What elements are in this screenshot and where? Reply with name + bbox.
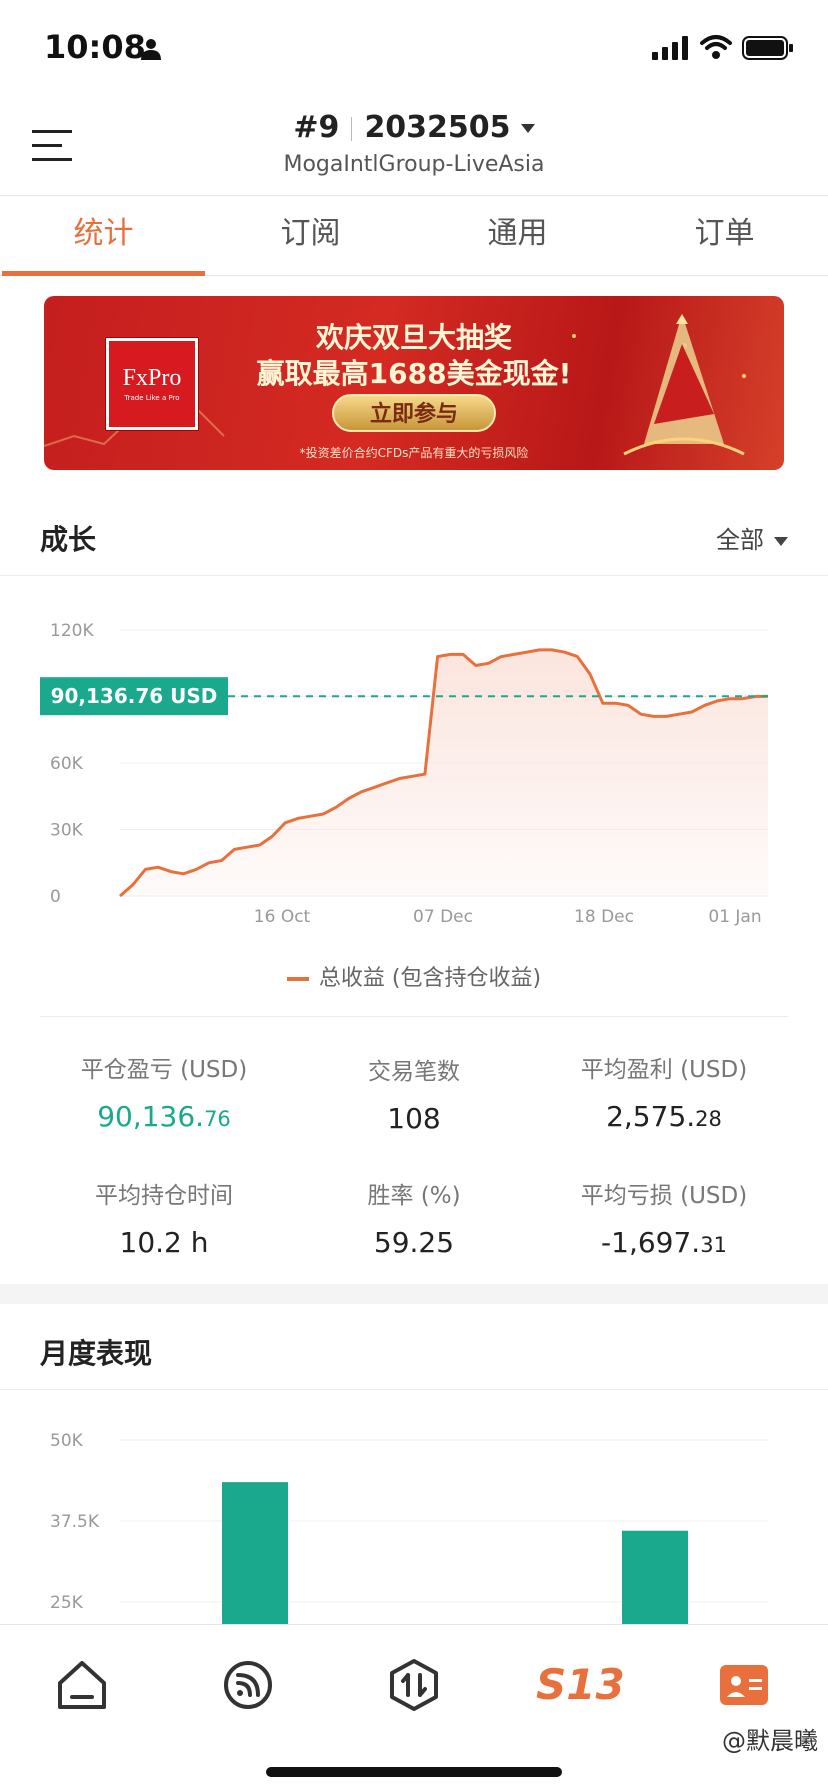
s13-icon[interactable]: S13 [536, 1655, 626, 1715]
status-bar: 10:08 [0, 0, 828, 100]
tab-orders[interactable]: 订单 [621, 196, 828, 275]
period-filter[interactable]: 全部 [716, 520, 788, 555]
monthly-title: 月度表现 [40, 1337, 153, 1370]
monthly-bar [222, 1482, 288, 1626]
y-tick-label: 37.5K [50, 1512, 100, 1532]
stat-value: 90,136.76 [97, 1100, 231, 1133]
tab-bar: 统计 订阅 通用 订单 [0, 196, 828, 276]
x-tick-label: 18 Dec [574, 907, 634, 927]
status-time: 10:08 [44, 28, 146, 66]
server-name: MogaIntlGroup-LiveAsia [283, 152, 545, 177]
stat-label: 平均盈利 (USD) [580, 1057, 748, 1083]
growth-chart: 0 30K 60K 120K 90,136.76 USD 16 Oct 07 Dec 18 D… [40, 621, 769, 927]
bottom-nav: S13 @默晨曦 [0, 1624, 828, 1792]
wifi-icon [700, 35, 732, 59]
account-number: 2032505 [364, 110, 511, 145]
stat-value: 2,575.28 [606, 1100, 722, 1133]
promo-banner[interactable]: FxPro Trade Like a Pro 欢庆双旦大抽奖 赢取最高1688美… [44, 296, 784, 470]
y-tick-label: 0 [50, 887, 61, 907]
current-value-label: 90,136.76 USD [51, 684, 218, 708]
account-selector[interactable]: #9 2032505 [0, 110, 828, 145]
legend-swatch [286, 977, 309, 981]
stat-avg-hold-time: 平均持仓时间 10.2 h [26, 1176, 302, 1259]
battery-icon [742, 36, 793, 60]
feed-icon[interactable] [218, 1655, 278, 1715]
x-tick-label: 07 Dec [413, 907, 473, 927]
divider [40, 1016, 788, 1017]
tab-general[interactable]: 通用 [414, 196, 621, 275]
chevron-down-icon [520, 124, 535, 133]
watermark-text: @默晨曦 [722, 1727, 818, 1755]
y-tick-label: 30K [50, 821, 84, 841]
tab-statistics[interactable]: 统计 [0, 196, 207, 276]
chart-legend: 总收益 (包含持仓收益) [0, 960, 828, 992]
stat-avg-loss: 平均亏损 (USD) -1,697.31 [526, 1176, 802, 1259]
home-icon[interactable] [52, 1655, 112, 1715]
chevron-down-icon [774, 536, 788, 546]
y-tick-label: 60K [50, 754, 84, 774]
stat-trade-count: 交易笔数 108 [276, 1052, 552, 1135]
stat-label: 平均亏损 (USD) [580, 1183, 748, 1209]
stat-value: 108 [387, 1102, 441, 1135]
stat-win-rate: 胜率 (%) 59.25 [276, 1176, 552, 1259]
account-rank: #9 [293, 110, 340, 145]
growth-title: 成长 [40, 523, 97, 556]
stat-value: 59.25 [373, 1226, 455, 1259]
section-separator [0, 1284, 828, 1304]
monthly-bar [622, 1530, 688, 1626]
tab-subscribe[interactable]: 订阅 [207, 196, 414, 275]
y-tick-label: 25K [50, 1593, 84, 1613]
person-icon [141, 39, 161, 60]
stat-avg-profit: 平均盈利 (USD) 2,575.28 [526, 1050, 802, 1133]
christmas-tree-icon [623, 314, 745, 456]
signal-icon [652, 36, 688, 60]
account-header: #9 2032505 MogaIntlGroup-LiveAsia [0, 100, 828, 196]
stat-label: 交易笔数 [368, 1059, 460, 1085]
growth-header: 成长 全部 [0, 496, 828, 576]
stat-value: -1,697.31 [601, 1226, 727, 1259]
stat-label: 平仓盈亏 (USD) [80, 1057, 248, 1083]
y-tick-label: 50K [50, 1431, 84, 1451]
home-indicator [266, 1767, 562, 1777]
x-tick-label: 16 Oct [254, 907, 311, 927]
monthly-chart: 25K 37.5K 50K [50, 1431, 768, 1626]
profile-card-icon[interactable] [714, 1655, 774, 1715]
stat-closed-pl: 平仓盈亏 (USD) 90,136.76 [26, 1050, 302, 1133]
stat-label: 胜率 (%) [367, 1183, 461, 1209]
stat-label: 平均持仓时间 [95, 1183, 233, 1209]
y-tick-label: 120K [50, 621, 94, 641]
trade-icon[interactable] [384, 1655, 444, 1715]
x-tick-label: 01 Jan [708, 907, 761, 927]
legend-label: 总收益 (包含持仓收益) [318, 966, 542, 991]
monthly-header: 月度表现 [0, 1310, 828, 1390]
stat-value: 10.2 h [119, 1226, 209, 1259]
join-now-button[interactable]: 立即参与 [332, 394, 496, 432]
